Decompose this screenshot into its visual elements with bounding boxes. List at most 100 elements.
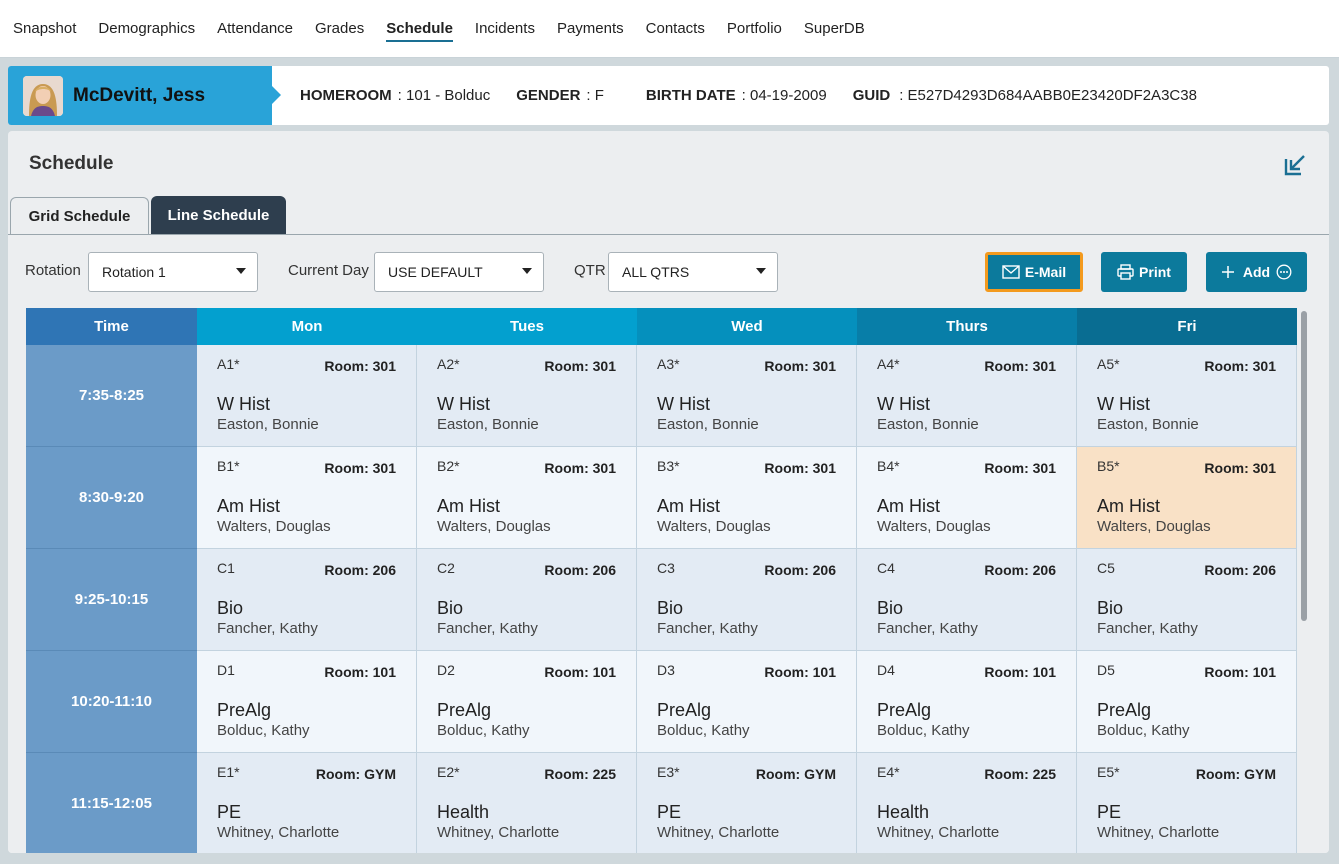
schedule-cell[interactable]: A5* Room: 301 W Hist Easton, Bonnie [1077,345,1297,447]
teacher-name: Easton, Bonnie [657,416,759,433]
course-name: Am Hist [1097,496,1160,516]
nav-payments[interactable]: Payments [557,1,624,57]
teacher-name: Walters, Douglas [1097,518,1211,535]
teacher-name: Easton, Bonnie [437,416,539,433]
room-number: Room: 206 [764,562,836,578]
teacher-name: Bolduc, Kathy [437,722,530,739]
nav-schedule[interactable]: Schedule [386,1,453,57]
course-code: B5* [1097,458,1120,474]
schedule-cell[interactable]: E4* Room: 225 Health Whitney, Charlotte [857,753,1077,853]
nav-incidents[interactable]: Incidents [475,1,535,57]
rotation-select[interactable]: Rotation 1 [88,252,258,292]
schedule-grid: Time Mon Tues Wed Thurs Fri 7:35-8:25 A1* Room: … [26,308,1311,853]
schedule-cell[interactable]: C3 Room: 206 Bio Fancher, Kathy [637,549,857,651]
course-code: D2 [437,662,455,678]
room-number: Room: 301 [984,460,1056,476]
teacher-name: Fancher, Kathy [437,620,538,637]
nav-demographics[interactable]: Demographics [98,1,195,57]
qtr-select[interactable]: ALL QTRS [608,252,778,292]
schedule-cell[interactable]: B3* Room: 301 Am Hist Walters, Douglas [637,447,857,549]
schedule-cell[interactable]: D2 Room: 101 PreAlg Bolduc, Kathy [417,651,637,753]
course-code: C4 [877,560,895,576]
teacher-name: Bolduc, Kathy [877,722,970,739]
day-header-fri: Fri [1077,308,1297,345]
course-name: Health [437,802,490,822]
schedule-cell[interactable]: B1* Room: 301 Am Hist Walters, Douglas [197,447,417,549]
nav-attendance[interactable]: Attendance [217,1,293,57]
schedule-cell[interactable]: D1 Room: 101 PreAlg Bolduc, Kathy [197,651,417,753]
student-name-tag: McDevitt, Jess [8,66,281,125]
teacher-name: Bolduc, Kathy [217,722,310,739]
teacher-name: Fancher, Kathy [657,620,758,637]
current-day-select[interactable]: USE DEFAULT [374,252,544,292]
print-button[interactable]: Print [1101,252,1187,292]
schedule-cell[interactable]: E2* Room: 225 Health Whitney, Charlotte [417,753,637,853]
teacher-name: Whitney, Charlotte [657,824,780,841]
schedule-cell[interactable]: B5* Room: 301 Am Hist Walters, Douglas [1077,447,1297,549]
nav-snapshot[interactable]: Snapshot [13,1,76,57]
period-time: 10:20-11:10 [26,651,197,753]
schedule-cell[interactable]: D4 Room: 101 PreAlg Bolduc, Kathy [857,651,1077,753]
room-number: Room: 301 [1204,358,1276,374]
course-name: Am Hist [877,496,940,516]
email-button[interactable]: E-Mail [985,252,1083,292]
course-name: Am Hist [217,496,280,516]
schedule-cell[interactable]: B4* Room: 301 Am Hist Walters, Douglas [857,447,1077,549]
teacher-name: Whitney, Charlotte [217,824,340,841]
course-code: E4* [877,764,900,780]
day-header-tues: Tues [417,308,637,345]
add-button[interactable]: Add [1206,252,1307,292]
nav-superdb[interactable]: SuperDB [804,1,865,57]
tab-grid-schedule[interactable]: Grid Schedule [10,197,149,235]
course-name: W Hist [437,394,490,414]
nav-portfolio[interactable]: Portfolio [727,1,782,57]
course-name: Am Hist [437,496,500,516]
course-name: Bio [217,598,244,618]
schedule-cell[interactable]: E1* Room: GYM PE Whitney, Charlotte [197,753,417,853]
room-number: Room: GYM [1195,766,1276,782]
current-day-label: Current Day [288,262,369,279]
course-code: B1* [217,458,240,474]
course-code: D5 [1097,662,1115,678]
course-name: Bio [437,598,464,618]
qtr-select-value: ALL QTRS [622,264,690,280]
room-number: Room: GYM [755,766,836,782]
room-number: Room: 206 [324,562,396,578]
birthdate-label: BIRTH DATE [645,87,736,104]
schedule-cell[interactable]: E3* Room: GYM PE Whitney, Charlotte [637,753,857,853]
scroll-thumb[interactable] [1301,311,1307,621]
collapse-arrow-icon[interactable] [1283,151,1309,177]
schedule-cell[interactable]: A3* Room: 301 W Hist Easton, Bonnie [637,345,857,447]
schedule-cell[interactable]: D3 Room: 101 PreAlg Bolduc, Kathy [637,651,857,753]
course-name: PE [1097,802,1122,822]
room-number: Room: 206 [1204,562,1276,578]
plus-icon [1221,266,1234,278]
course-code: B4* [877,458,900,474]
day-header-mon: Mon [197,308,417,345]
course-code: A2* [437,356,460,372]
schedule-cell[interactable]: D5 Room: 101 PreAlg Bolduc, Kathy [1077,651,1297,753]
schedule-cell[interactable]: E5* Room: GYM PE Whitney, Charlotte [1077,753,1297,853]
schedule-cell[interactable]: C4 Room: 206 Bio Fancher, Kathy [857,549,1077,651]
schedule-cell[interactable]: C1 Room: 206 Bio Fancher, Kathy [197,549,417,651]
schedule-cell[interactable]: B2* Room: 301 Am Hist Walters, Douglas [417,447,637,549]
room-number: Room: 301 [324,358,396,374]
schedule-cell[interactable]: A2* Room: 301 W Hist Easton, Bonnie [417,345,637,447]
room-number: Room: 101 [544,664,616,680]
teacher-name: Walters, Douglas [877,518,991,535]
schedule-cell[interactable]: C2 Room: 206 Bio Fancher, Kathy [417,549,637,651]
nav-grades[interactable]: Grades [315,1,364,57]
grid-scrollbar[interactable] [1299,308,1309,853]
nav-contacts[interactable]: Contacts [646,1,705,57]
schedule-cell[interactable]: A4* Room: 301 W Hist Easton, Bonnie [857,345,1077,447]
course-code: A5* [1097,356,1120,372]
course-name: PreAlg [657,700,712,720]
schedule-cell[interactable]: A1* Room: 301 W Hist Easton, Bonnie [197,345,417,447]
room-number: Room: 301 [324,460,396,476]
teacher-name: Whitney, Charlotte [877,824,1000,841]
tab-line-schedule[interactable]: Line Schedule [151,196,286,234]
room-number: Room: 206 [984,562,1056,578]
teacher-name: Fancher, Kathy [217,620,318,637]
schedule-cell[interactable]: C5 Room: 206 Bio Fancher, Kathy [1077,549,1297,651]
schedule-content: Rotation Rotation 1 Current Day USE DEFA… [8,234,1329,853]
